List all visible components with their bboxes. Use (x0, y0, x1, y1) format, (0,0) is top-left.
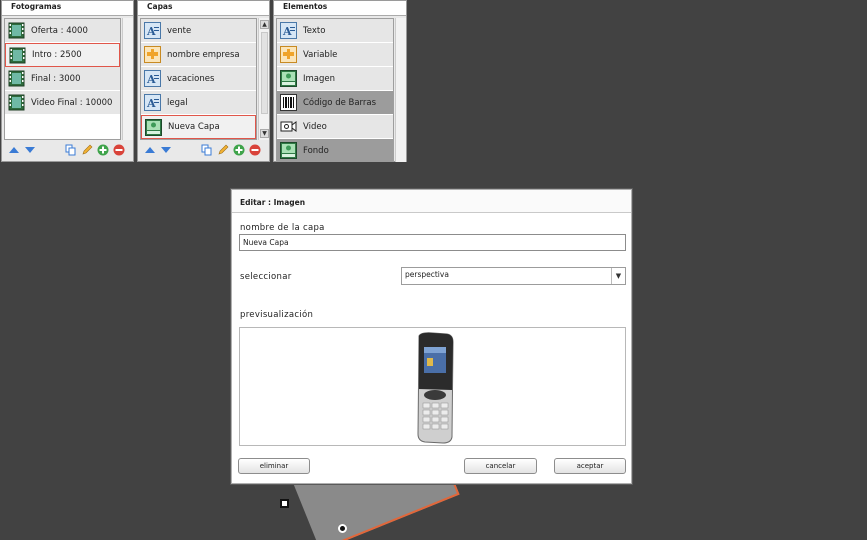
resize-handle[interactable] (280, 499, 289, 508)
accept-button[interactable]: aceptar (554, 458, 626, 474)
text-layer-icon: A (280, 22, 297, 39)
move-down-icon[interactable] (23, 144, 36, 157)
capa-label: legal (167, 97, 188, 108)
fotogramas-scrollbar[interactable] (122, 18, 133, 140)
fotograma-item-final[interactable]: Final : 3000 (5, 67, 120, 91)
edit-pencil-icon[interactable] (80, 144, 93, 157)
duplicate-icon[interactable] (200, 144, 213, 157)
film-icon (8, 70, 25, 87)
add-icon[interactable] (232, 144, 245, 157)
image-layer-icon (280, 70, 297, 87)
capa-label: Nueva Capa (168, 122, 220, 132)
elemento-label: Texto (303, 25, 326, 36)
fotograma-item-oferta[interactable]: Oferta : 4000 (5, 19, 120, 43)
edit-pencil-icon[interactable] (216, 144, 229, 157)
preview-label: previsualización (240, 310, 314, 320)
duplicate-icon[interactable] (64, 144, 77, 157)
text-layer-icon: A (144, 22, 161, 39)
layer-name-label: nombre de la capa (240, 223, 325, 233)
barcode-icon (280, 94, 297, 111)
layer-name-input[interactable] (239, 234, 626, 251)
film-icon (8, 22, 25, 39)
scroll-thumb[interactable] (261, 32, 268, 114)
cancel-button[interactable]: cancelar (464, 458, 537, 474)
fotogramas-title: Fotogramas (2, 1, 133, 16)
elemento-label: Variable (303, 49, 338, 60)
elementos-panel: Elementos A Texto Variable Imagen Código… (273, 0, 407, 162)
rotate-handle[interactable] (338, 524, 347, 533)
capa-item-nombre-empresa[interactable]: nombre empresa (141, 43, 256, 67)
elementos-title: Elementos (274, 1, 406, 16)
move-up-icon[interactable] (7, 144, 20, 157)
edit-image-dialog: Editar : Imagen nombre de la capa selecc… (231, 189, 632, 484)
perspective-select[interactable]: perspectiva ▼ (401, 267, 626, 285)
capa-label: vente (167, 25, 192, 36)
variable-icon (280, 46, 297, 63)
fotograma-label: Intro : 2500 (32, 50, 82, 60)
remove-icon[interactable] (248, 144, 261, 157)
capa-item-vacaciones[interactable]: A vacaciones (141, 67, 256, 91)
film-icon (9, 47, 26, 64)
text-layer-icon: A (144, 94, 161, 111)
elemento-label: Código de Barras (303, 97, 377, 108)
select-label: seleccionar (240, 272, 292, 282)
fotogramas-toolbar (2, 139, 133, 161)
add-icon[interactable] (96, 144, 109, 157)
variable-icon (144, 46, 161, 63)
scroll-up-icon[interactable]: ▲ (260, 20, 269, 29)
image-preview (239, 327, 626, 446)
text-layer-icon: A (144, 70, 161, 87)
capa-label: nombre empresa (167, 49, 240, 60)
elemento-label: Fondo (303, 145, 329, 156)
fotograma-label: Oferta : 4000 (31, 25, 88, 36)
elemento-label: Imagen (303, 73, 336, 84)
capas-panel: Capas A vente nombre empresa A vacacione… (137, 0, 270, 162)
fotogramas-panel: Fotogramas Oferta : 4000 Intro : 2500 Fi… (1, 0, 134, 162)
background-icon (280, 142, 297, 159)
image-layer-icon (145, 118, 162, 136)
phone-image (417, 332, 454, 444)
svg-text:A: A (146, 25, 156, 38)
film-icon (8, 94, 25, 111)
capas-toolbar (138, 139, 269, 161)
capa-item-nueva-capa[interactable]: Nueva Capa (141, 115, 256, 139)
fotograma-label: Video Final : 10000 (31, 97, 113, 108)
capas-list: A vente nombre empresa A vacaciones A le… (140, 18, 257, 140)
capa-item-vente[interactable]: A vente (141, 19, 256, 43)
remove-icon[interactable] (112, 144, 125, 157)
select-value: perspectiva (405, 270, 449, 279)
elemento-item-fondo[interactable]: Fondo (277, 139, 393, 162)
elemento-item-video[interactable]: Video (277, 115, 393, 139)
video-icon (280, 118, 297, 135)
svg-text:A: A (146, 73, 156, 86)
fotograma-item-intro[interactable]: Intro : 2500 (5, 43, 120, 67)
fotograma-label: Final : 3000 (31, 73, 81, 84)
move-up-icon[interactable] (143, 144, 156, 157)
capas-scrollbar[interactable]: ▲ ▼ (258, 18, 269, 140)
elemento-item-texto[interactable]: A Texto (277, 19, 393, 43)
elemento-item-variable[interactable]: Variable (277, 43, 393, 67)
elementos-list: A Texto Variable Imagen Código de Barras… (276, 18, 394, 162)
dialog-title: Editar : Imagen (232, 190, 631, 213)
svg-text:A: A (282, 25, 292, 38)
fotogramas-list: Oferta : 4000 Intro : 2500 Final : 3000 … (4, 18, 121, 140)
elemento-item-codigo-de-barras[interactable]: Código de Barras (277, 91, 393, 115)
move-down-icon[interactable] (159, 144, 172, 157)
fotograma-item-video-final[interactable]: Video Final : 10000 (5, 91, 120, 115)
delete-button[interactable]: eliminar (238, 458, 310, 474)
capa-label: vacaciones (167, 73, 215, 84)
elementos-scrollbar[interactable] (395, 18, 406, 162)
chevron-down-icon[interactable]: ▼ (611, 268, 625, 284)
capas-title: Capas (138, 1, 269, 16)
elemento-label: Video (303, 121, 327, 132)
scroll-down-icon[interactable]: ▼ (260, 129, 269, 138)
capa-item-legal[interactable]: A legal (141, 91, 256, 115)
svg-text:A: A (146, 97, 156, 110)
elemento-item-imagen[interactable]: Imagen (277, 67, 393, 91)
